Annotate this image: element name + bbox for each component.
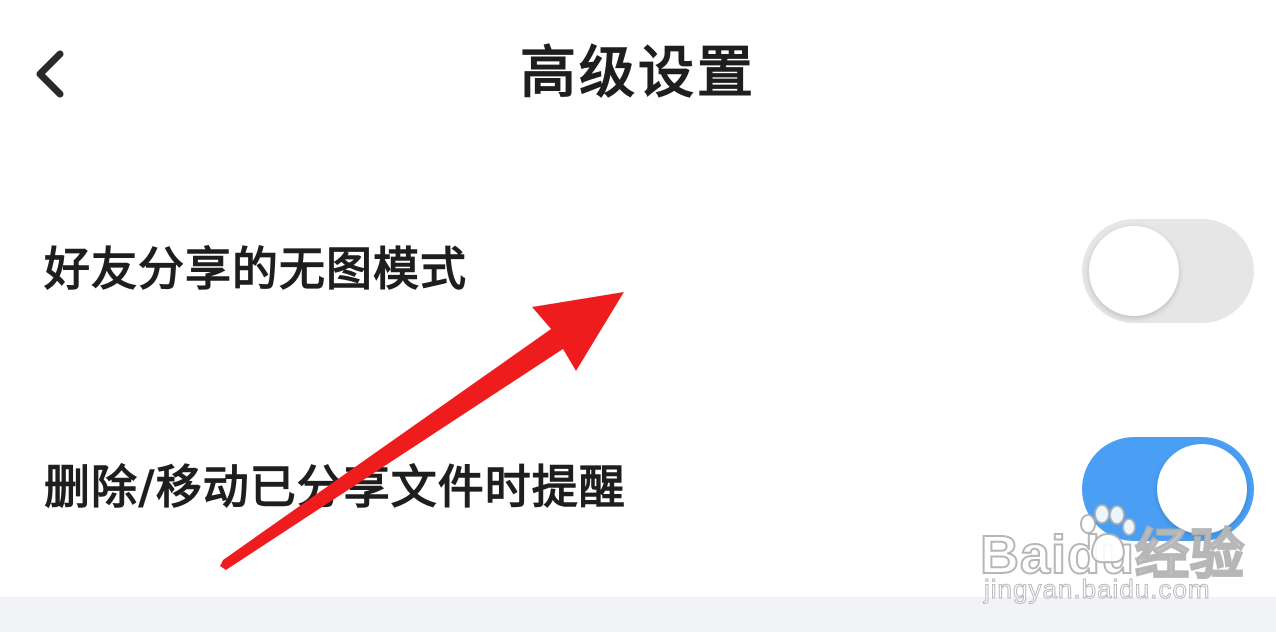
advanced-settings-page: 高级设置 好友分享的无图模式 删除/移动已分享文件时提醒 Baidu经验 jin…	[0, 0, 1276, 632]
delete-move-reminder-toggle[interactable]	[1082, 437, 1254, 541]
setting-row-no-image-mode: 好友分享的无图模式	[0, 217, 1276, 327]
setting-label: 删除/移动已分享文件时提醒	[44, 460, 626, 514]
bottom-section-divider	[0, 597, 1276, 632]
setting-label: 好友分享的无图模式	[44, 242, 467, 296]
page-title: 高级设置	[520, 41, 756, 106]
header-bar: 高级设置	[0, 0, 1276, 150]
setting-row-delete-move-reminder: 删除/移动已分享文件时提醒	[0, 435, 1276, 545]
toggle-knob	[1089, 226, 1179, 316]
no-image-mode-toggle[interactable]	[1082, 219, 1254, 323]
toggle-knob	[1157, 444, 1247, 534]
